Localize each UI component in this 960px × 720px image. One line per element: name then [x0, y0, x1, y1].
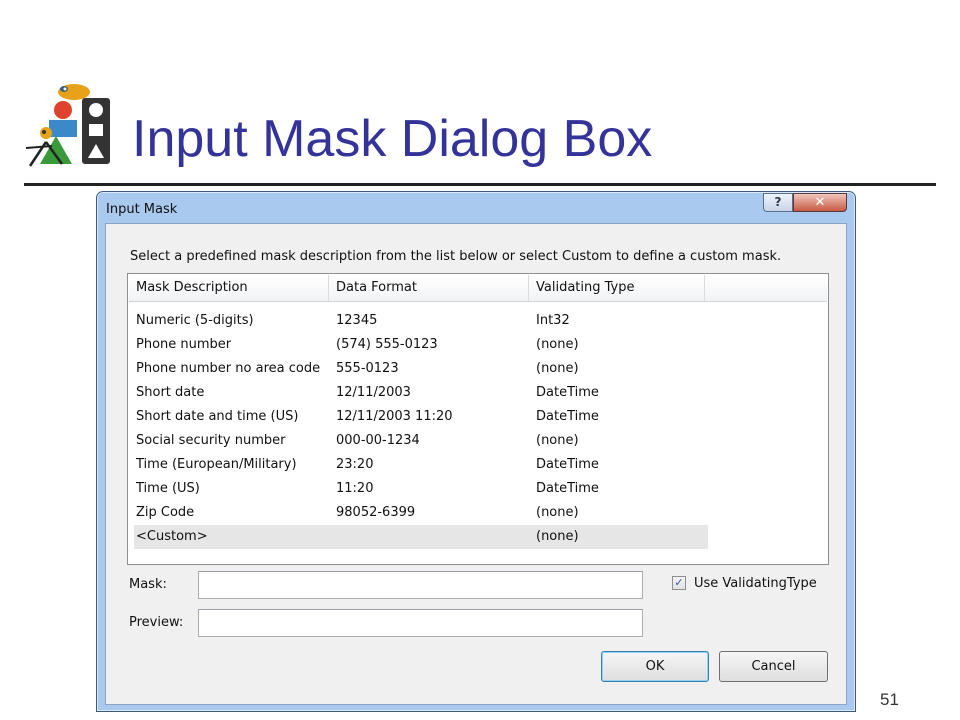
column-header-data-format[interactable]: Data Format	[329, 275, 529, 301]
cell-format: 000-00-1234	[336, 433, 420, 448]
cell-format: 11:20	[336, 481, 374, 496]
cell-type: (none)	[536, 337, 579, 352]
cell-type: Int32	[536, 313, 570, 328]
use-validating-type-label[interactable]: Use ValidatingType	[694, 576, 817, 591]
cell-description: Short date and time (US)	[136, 409, 299, 424]
mask-list[interactable]: Mask Description Data Format Validating …	[127, 273, 829, 565]
list-item[interactable]: Short date and time (US) 12/11/2003 11:2…	[129, 405, 827, 429]
dialog-titlebar[interactable]: Input Mask ? ✕	[97, 192, 855, 224]
preview-label: Preview:	[129, 615, 184, 630]
slide-page-number: 51	[880, 690, 899, 709]
cell-format: 23:20	[336, 457, 374, 472]
cell-type: DateTime	[536, 457, 599, 472]
cell-description: Phone number no area code	[136, 361, 321, 376]
cell-format: 98052-6399	[336, 505, 416, 520]
title-divider	[24, 183, 936, 186]
ok-button[interactable]: OK	[601, 651, 709, 682]
list-item-selected[interactable]: <Custom> (none)	[134, 525, 708, 549]
cell-format: 12345	[336, 313, 378, 328]
cancel-button[interactable]: Cancel	[719, 651, 828, 682]
list-header: Mask Description Data Format Validating …	[129, 275, 827, 302]
list-item[interactable]: Short date 12/11/2003 DateTime	[129, 381, 827, 405]
input-mask-dialog: Input Mask ? ✕ Select a predefined mask …	[96, 191, 856, 712]
cell-description: Time (European/Military)	[136, 457, 297, 472]
cell-format: (574) 555-0123	[336, 337, 438, 352]
column-header-filler	[705, 275, 827, 301]
help-icon[interactable]: ?	[763, 193, 793, 212]
list-item[interactable]: Zip Code 98052-6399 (none)	[129, 501, 827, 525]
cell-description: Zip Code	[136, 505, 195, 520]
list-item[interactable]: Phone number (574) 555-0123 (none)	[129, 333, 827, 357]
list-item[interactable]: Phone number no area code 555-0123 (none…	[129, 357, 827, 381]
cell-type: DateTime	[536, 481, 599, 496]
slide-logo-icon	[25, 84, 110, 167]
cell-format: 12/11/2003	[336, 385, 411, 400]
cell-type: (none)	[536, 361, 579, 376]
cell-description: Numeric (5-digits)	[136, 313, 254, 328]
cell-description: Time (US)	[136, 481, 200, 496]
slide-title: Input Mask Dialog Box	[132, 110, 653, 168]
list-item[interactable]: Time (European/Military) 23:20 DateTime	[129, 453, 827, 477]
dialog-title: Input Mask	[106, 202, 178, 217]
dialog-client-area: Select a predefined mask description fro…	[105, 223, 847, 705]
column-header-mask-description[interactable]: Mask Description	[129, 275, 329, 301]
list-item[interactable]: Time (US) 11:20 DateTime	[129, 477, 827, 501]
cell-description: Phone number	[136, 337, 232, 352]
mask-input[interactable]	[198, 571, 643, 599]
list-item[interactable]: Numeric (5-digits) 12345 Int32	[129, 309, 827, 333]
list-item[interactable]: Social security number 000-00-1234 (none…	[129, 429, 827, 453]
cell-description: <Custom>	[136, 529, 208, 544]
mask-label: Mask:	[129, 577, 167, 592]
cell-type: (none)	[536, 529, 579, 544]
cell-type: (none)	[536, 505, 579, 520]
cell-description: Short date	[136, 385, 205, 400]
cell-type: DateTime	[536, 385, 599, 400]
cell-type: DateTime	[536, 409, 599, 424]
preview-field[interactable]	[198, 609, 643, 637]
checkmark-icon[interactable]: ✓	[672, 576, 686, 590]
column-header-validating-type[interactable]: Validating Type	[529, 275, 705, 301]
cell-format: 12/11/2003 11:20	[336, 409, 453, 424]
cell-description: Social security number	[136, 433, 286, 448]
cell-format: 555-0123	[336, 361, 399, 376]
instruction-text: Select a predefined mask description fro…	[130, 249, 782, 264]
cell-type: (none)	[536, 433, 579, 448]
close-icon[interactable]: ✕	[793, 193, 847, 212]
list-body: Numeric (5-digits) 12345 Int32 Phone num…	[129, 309, 827, 549]
